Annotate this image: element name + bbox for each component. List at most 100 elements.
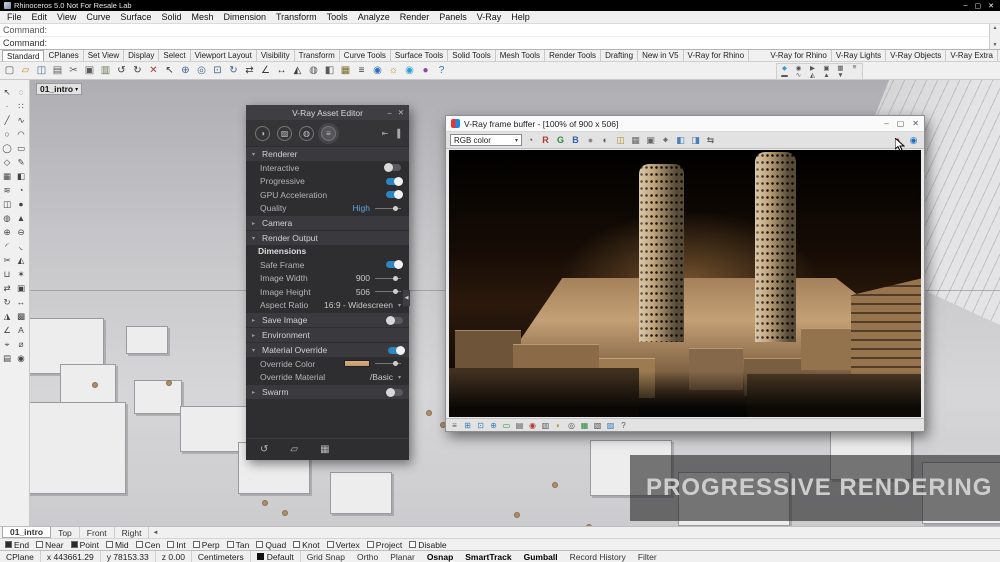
osnap-end[interactable]: End bbox=[5, 540, 29, 550]
render-last-button[interactable]: ◉ bbox=[907, 134, 920, 147]
mirror-tool-icon[interactable]: ◮ bbox=[0, 309, 14, 323]
cut-icon[interactable]: ✂ bbox=[66, 63, 81, 78]
toolbar-tab-viewport-layout[interactable]: Viewport Layout bbox=[191, 50, 257, 61]
osnap-cen-checkbox[interactable] bbox=[135, 541, 143, 548]
close-button[interactable]: ✕ bbox=[912, 119, 919, 128]
arc-tool-icon[interactable]: ◠ bbox=[14, 127, 28, 141]
paste-icon[interactable]: ▥ bbox=[98, 63, 113, 78]
rectangle-tool-icon[interactable]: ▭ bbox=[14, 141, 28, 155]
surface-tool-icon[interactable]: ▦ bbox=[0, 169, 14, 183]
osnap-point-checkbox[interactable] bbox=[70, 541, 78, 548]
interactive-toggle[interactable] bbox=[384, 163, 401, 173]
osnap-point[interactable]: Point bbox=[70, 540, 99, 550]
osnap-int[interactable]: Int bbox=[167, 540, 186, 550]
chevron-down-icon[interactable]: ▾ bbox=[398, 374, 401, 381]
safe-frame-toggle[interactable] bbox=[386, 260, 403, 270]
panel-collapse-handle[interactable]: ◀ bbox=[403, 289, 410, 306]
menu-item-panels[interactable]: Panels bbox=[434, 12, 472, 22]
scroll-down-icon[interactable]: ▼ bbox=[993, 42, 998, 48]
menu-item-render[interactable]: Render bbox=[395, 12, 435, 22]
osnap-tan-checkbox[interactable] bbox=[226, 541, 234, 548]
fb-zoom-fit-icon[interactable]: ⊞ bbox=[462, 420, 473, 431]
viewport-tab-front[interactable]: Front bbox=[80, 527, 115, 538]
viewport-tab-top[interactable]: Top bbox=[51, 527, 80, 538]
loft-tool-icon[interactable]: ≋ bbox=[0, 183, 14, 197]
cone-tool-icon[interactable]: ▲ bbox=[14, 211, 28, 225]
delete-icon[interactable]: ✕ bbox=[146, 63, 161, 78]
close-button[interactable]: ✕ bbox=[398, 108, 404, 117]
toolbar-tab-cplanes[interactable]: CPlanes bbox=[44, 50, 84, 61]
measure-tool-icon[interactable]: ⌖ bbox=[0, 337, 14, 351]
cylinder-tool-icon[interactable]: ◍ bbox=[0, 211, 14, 225]
polygon-tool-icon[interactable]: ◇ bbox=[0, 155, 14, 169]
explode-tool-icon[interactable]: ✶ bbox=[14, 267, 28, 281]
osnap-mid-checkbox[interactable] bbox=[105, 541, 113, 548]
viewport-tab-scroll-left[interactable]: ◄ bbox=[149, 527, 161, 538]
menu-item-curve[interactable]: Curve bbox=[81, 12, 115, 22]
fb-aa-icon[interactable]: ▨ bbox=[605, 420, 616, 431]
menu-item-tools[interactable]: Tools bbox=[322, 12, 353, 22]
units-indicator[interactable]: Centimeters bbox=[192, 551, 251, 562]
zoom-extents-icon[interactable]: ⊡ bbox=[210, 63, 225, 78]
osnap-vertex[interactable]: Vertex bbox=[326, 540, 360, 550]
compare-icon[interactable]: ⇆ bbox=[704, 134, 717, 147]
menu-item-view[interactable]: View bbox=[52, 12, 81, 22]
boolean-difference-icon[interactable]: ⊖ bbox=[14, 225, 28, 239]
fb-srgb-icon[interactable]: ▧ bbox=[592, 420, 603, 431]
minimize-button[interactable]: – bbox=[964, 2, 968, 10]
osnap-cen[interactable]: Cen bbox=[135, 540, 160, 550]
collapse-left-icon[interactable]: ⇤ bbox=[382, 129, 389, 138]
point-tool-icon[interactable]: ∙ bbox=[0, 99, 14, 113]
fb-help-icon[interactable]: ? bbox=[618, 420, 629, 431]
toolbar-tab-select[interactable]: Select bbox=[159, 50, 191, 61]
fb-white-balance-icon[interactable]: ◎ bbox=[566, 420, 577, 431]
osnap-project-checkbox[interactable] bbox=[366, 541, 374, 548]
viewport-tab-right[interactable]: Right bbox=[115, 527, 150, 538]
scale-icon[interactable]: ↔ bbox=[274, 63, 289, 78]
save-file-icon[interactable]: ◫ bbox=[34, 63, 49, 78]
layer-tool-icon[interactable]: ▤ bbox=[0, 351, 14, 365]
status-toggle-grid-snap[interactable]: Grid Snap bbox=[301, 552, 351, 562]
expand-panel-icon[interactable]: ▐ bbox=[394, 129, 400, 138]
vray-batch-render-icon[interactable]: ≡ bbox=[848, 64, 861, 72]
sphere-tool-icon[interactable]: ● bbox=[14, 197, 28, 211]
polyline-tool-icon[interactable]: ╱ bbox=[0, 113, 14, 127]
save-image-icon[interactable]: ◫ bbox=[614, 134, 627, 147]
earth-icon[interactable]: ◉ bbox=[370, 63, 385, 78]
menu-item-edit[interactable]: Edit bbox=[27, 12, 53, 22]
sun-icon[interactable]: ☼ bbox=[386, 63, 401, 78]
minimize-button[interactable]: – bbox=[388, 108, 392, 117]
osnap-knot-checkbox[interactable] bbox=[293, 541, 301, 548]
channel-dropdown[interactable]: RGB color ▾ bbox=[450, 134, 522, 146]
osnap-near-checkbox[interactable] bbox=[36, 541, 44, 548]
lasso-tool-icon[interactable]: ◌ bbox=[14, 85, 28, 99]
minimize-button[interactable]: – bbox=[884, 119, 888, 128]
osnap-perp-checkbox[interactable] bbox=[192, 541, 200, 548]
toolbar-tab-render-tools[interactable]: Render Tools bbox=[545, 50, 602, 61]
select-icon[interactable]: ↖ bbox=[162, 63, 177, 78]
osnap-int-checkbox[interactable] bbox=[167, 541, 175, 548]
color-corrections-icon[interactable]: ◔ bbox=[524, 134, 537, 147]
select-tool-icon[interactable]: ↖ bbox=[0, 85, 14, 99]
menu-item-v-ray[interactable]: V-Ray bbox=[472, 12, 507, 22]
vray-infinite-plane-icon[interactable]: ▬ bbox=[778, 72, 791, 80]
command-scrollbar[interactable]: ▲ ▼ bbox=[989, 24, 1000, 49]
pan-view-icon[interactable]: ⊕ bbox=[178, 63, 193, 78]
cplane-button[interactable]: CPlane bbox=[0, 551, 41, 562]
mirror-icon[interactable]: ◭ bbox=[290, 63, 305, 78]
toolbar-tab-v-ray-lights[interactable]: V-Ray Lights bbox=[832, 50, 887, 61]
toolbar-tab-v-ray-for-rhino[interactable]: V-Ray for Rhino bbox=[766, 50, 832, 61]
section-save-image[interactable]: ▸ Save Image bbox=[246, 313, 409, 327]
globe-icon[interactable]: ◉ bbox=[402, 63, 417, 78]
layer-indicator[interactable]: Default bbox=[251, 551, 301, 562]
textures-tab-icon[interactable]: ▨ bbox=[277, 125, 292, 141]
menu-item-analyze[interactable]: Analyze bbox=[353, 12, 395, 22]
move-icon[interactable]: ⇄ bbox=[242, 63, 257, 78]
array-tool-icon[interactable]: ▩ bbox=[14, 309, 28, 323]
join-tool-icon[interactable]: ⊔ bbox=[0, 267, 14, 281]
track-mouse-icon[interactable]: ⌖ bbox=[659, 134, 672, 147]
undo-icon[interactable]: ↺ bbox=[114, 63, 129, 78]
toolbar-tab-surface-tools[interactable]: Surface Tools bbox=[391, 50, 449, 61]
print-icon[interactable]: ▤ bbox=[50, 63, 65, 78]
osnap-perp[interactable]: Perp bbox=[192, 540, 220, 550]
